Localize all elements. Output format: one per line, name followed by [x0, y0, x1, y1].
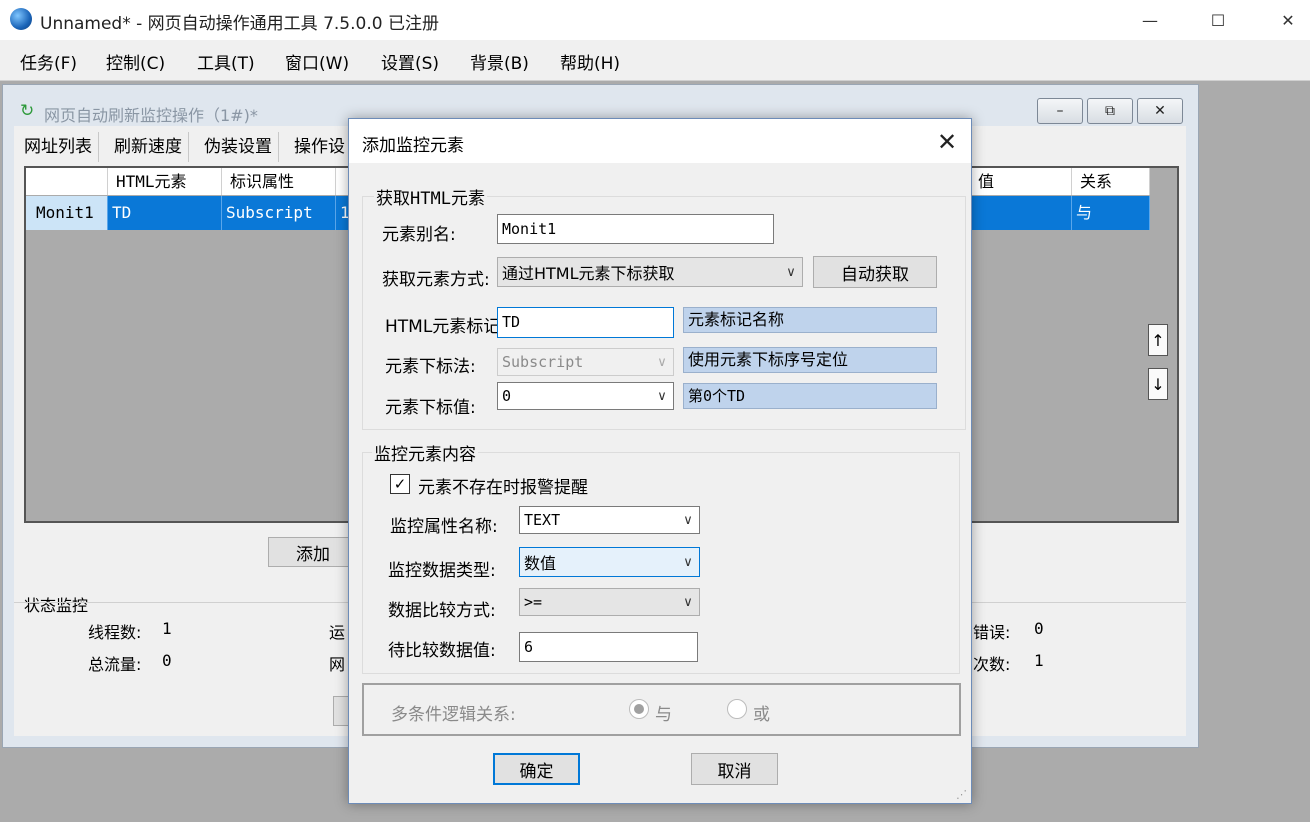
refresh-icon: ↻	[20, 101, 35, 121]
maximize-button[interactable]: ☐	[1188, 0, 1248, 40]
index-method-label: 元素下标法:	[385, 357, 476, 377]
errors-label: 错误:	[973, 623, 1011, 642]
index-method-info: 使用元素下标序号定位	[683, 347, 937, 373]
child-minimize-button[interactable]: –	[1037, 98, 1083, 124]
tab-disguise-settings[interactable]: 伪装设置	[198, 132, 279, 162]
attr-select[interactable]: TEXT ∨	[519, 506, 700, 534]
chevron-down-icon: ∨	[683, 594, 693, 610]
alarm-checkbox-label: 元素不存在时报警提醒	[418, 478, 588, 498]
child-close-button[interactable]: ✕	[1137, 98, 1183, 124]
window-title: Unnamed* - 网页自动操作通用工具 7.5.0.0 已注册	[40, 14, 439, 34]
attr-select-value: TEXT	[524, 511, 561, 529]
index-value-info: 第0个TD	[683, 383, 937, 409]
logic-label: 多条件逻辑关系:	[391, 705, 516, 725]
errors-value: 0	[1034, 619, 1044, 638]
count-label: 次数:	[973, 655, 1011, 674]
index-value-select[interactable]: 0 ∨	[497, 382, 674, 410]
tab-refresh-speed[interactable]: 刷新速度	[108, 132, 189, 162]
compare-select[interactable]: >= ∨	[519, 588, 700, 616]
menu-background[interactable]: 背景(B)	[470, 49, 529, 74]
index-method-select-value: Subscript	[502, 353, 584, 371]
menu-task[interactable]: 任务(F)	[20, 49, 77, 74]
resize-grip-icon[interactable]: ⋰	[956, 788, 967, 801]
alarm-checkbox[interactable]: ✓	[390, 474, 410, 494]
target-input[interactable]: 6	[519, 632, 698, 662]
index-value-select-value: 0	[502, 387, 512, 405]
monitor-content-group-title: 监控元素内容	[372, 440, 478, 465]
table-row-relation[interactable]: 与	[1072, 196, 1150, 230]
radio-dot	[634, 704, 644, 714]
type-label: 监控数据类型:	[388, 561, 496, 581]
target-label: 待比较数据值:	[388, 641, 496, 661]
get-html-element-group-title: 获取HTML元素	[374, 184, 487, 209]
run-label: 运	[329, 623, 346, 642]
alias-label: 元素别名:	[382, 225, 456, 245]
method-label: 获取元素方式:	[382, 270, 490, 290]
chevron-down-icon: ∨	[683, 512, 693, 528]
menu-settings[interactable]: 设置(S)	[381, 49, 439, 74]
alias-input[interactable]: Monit1	[497, 214, 774, 244]
compare-label: 数据比较方式:	[388, 601, 496, 621]
compare-select-value: >=	[524, 593, 543, 611]
traffic-value: 0	[162, 651, 172, 670]
logic-and-label: 与	[655, 705, 672, 725]
tag-input[interactable]: TD	[497, 307, 674, 338]
tab-operation-settings[interactable]: 操作设	[288, 132, 352, 162]
chevron-down-icon: ∨	[786, 264, 796, 280]
threads-label: 线程数:	[88, 623, 142, 642]
threads-value: 1	[162, 619, 172, 638]
web-label: 网	[329, 655, 346, 674]
minimize-button[interactable]: —	[1120, 0, 1180, 40]
table-row-value[interactable]	[970, 196, 1072, 230]
logic-or-label: 或	[753, 705, 770, 725]
tab-url-list[interactable]: 网址列表	[18, 132, 99, 162]
traffic-label: 总流量:	[88, 655, 142, 674]
chevron-down-icon: ∨	[657, 388, 667, 404]
dialog-title: 添加监控元素	[362, 136, 464, 156]
move-down-button[interactable]: ↓	[1148, 368, 1168, 400]
tag-label: HTML元素标记:	[385, 317, 507, 337]
column-header-name[interactable]	[26, 168, 108, 195]
auto-get-button[interactable]: 自动获取	[813, 256, 937, 288]
chevron-down-icon: ∨	[683, 554, 693, 570]
type-select[interactable]: 数值 ∨	[519, 547, 700, 577]
logic-and-radio[interactable]	[629, 699, 649, 719]
child-restore-button[interactable]: ⧉	[1087, 98, 1133, 124]
column-header-html-element[interactable]: HTML元素	[108, 168, 222, 195]
add-button[interactable]: 添加	[268, 537, 358, 567]
count-value: 1	[1034, 651, 1044, 670]
dialog-close-icon[interactable]: ✕	[930, 126, 964, 158]
tag-info: 元素标记名称	[683, 307, 937, 333]
table-row-attribute[interactable]: Subscript	[222, 196, 336, 230]
attr-label: 监控属性名称:	[390, 517, 498, 537]
column-header-value[interactable]: 值	[970, 168, 1072, 195]
method-select-value: 通过HTML元素下标获取	[502, 264, 675, 283]
table-row-element[interactable]: TD	[108, 196, 222, 230]
table-row-name[interactable]: Monit1	[26, 196, 108, 230]
move-up-button[interactable]: ↑	[1148, 324, 1168, 356]
close-button[interactable]: ✕	[1258, 0, 1310, 40]
index-method-select[interactable]: Subscript ∨	[497, 348, 674, 376]
menu-help[interactable]: 帮助(H)	[560, 49, 620, 74]
child-window-title: 网页自动刷新监控操作（1#)*	[44, 106, 258, 125]
chevron-down-icon: ∨	[657, 354, 667, 370]
app-globe-icon	[10, 8, 32, 30]
menu-tools[interactable]: 工具(T)	[197, 49, 255, 74]
logic-or-radio[interactable]	[727, 699, 747, 719]
cancel-button[interactable]: 取消	[691, 753, 778, 785]
menu-control[interactable]: 控制(C)	[106, 49, 165, 74]
index-value-label: 元素下标值:	[385, 398, 476, 418]
ok-button[interactable]: 确定	[493, 753, 580, 785]
menu-window[interactable]: 窗口(W)	[285, 49, 349, 74]
column-header-attribute[interactable]: 标识属性	[222, 168, 336, 195]
column-header-relation[interactable]: 关系	[1072, 168, 1150, 195]
method-select[interactable]: 通过HTML元素下标获取 ∨	[497, 257, 803, 287]
type-select-value: 数值	[524, 554, 557, 573]
